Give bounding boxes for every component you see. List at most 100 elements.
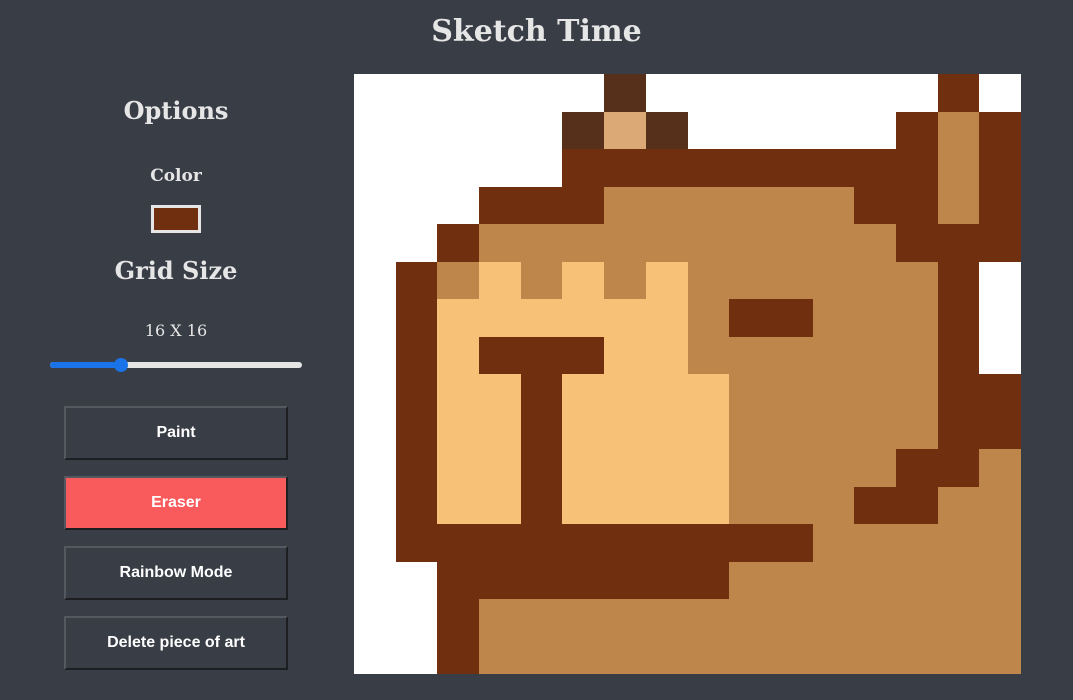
grid-cell[interactable] [729, 149, 771, 187]
grid-cell[interactable] [604, 374, 646, 412]
grid-cell[interactable] [895, 186, 938, 224]
grid-cell[interactable] [770, 224, 813, 262]
grid-cell[interactable] [770, 561, 813, 599]
grid-cell[interactable] [812, 186, 855, 224]
grid-cell[interactable] [895, 261, 938, 299]
grid-cell[interactable] [562, 299, 605, 337]
grid-cell[interactable] [854, 636, 896, 674]
grid-cell[interactable] [395, 636, 438, 674]
grid-cell[interactable] [645, 74, 688, 112]
grid-cell[interactable] [562, 486, 605, 524]
grid-cell[interactable] [437, 299, 480, 337]
grid-cell[interactable] [854, 186, 896, 224]
grid-cell[interactable] [770, 486, 813, 524]
grid-cell[interactable] [354, 299, 396, 337]
grid-cell[interactable] [562, 224, 605, 262]
grid-cell[interactable] [562, 74, 605, 112]
grid-cell[interactable] [479, 149, 521, 187]
grid-cell[interactable] [770, 299, 813, 337]
grid-cell[interactable] [687, 636, 730, 674]
grid-cell[interactable] [729, 636, 771, 674]
grid-cell[interactable] [645, 636, 688, 674]
grid-size-slider-thumb[interactable] [113, 358, 128, 372]
grid-cell[interactable] [479, 561, 521, 599]
grid-cell[interactable] [604, 74, 646, 112]
grid-cell[interactable] [354, 599, 396, 637]
grid-cell[interactable] [770, 74, 813, 112]
grid-cell[interactable] [479, 74, 521, 112]
grid-cell[interactable] [395, 261, 438, 299]
grid-cell[interactable] [520, 336, 563, 374]
grid-cell[interactable] [979, 74, 1021, 112]
grid-cell[interactable] [937, 524, 980, 562]
grid-cell[interactable] [979, 411, 1021, 449]
grid-cell[interactable] [562, 374, 605, 412]
grid-cell[interactable] [395, 599, 438, 637]
grid-cell[interactable] [395, 111, 438, 149]
grid-cell[interactable] [354, 186, 396, 224]
grid-cell[interactable] [729, 411, 771, 449]
grid-cell[interactable] [812, 599, 855, 637]
drawing-canvas[interactable] [354, 74, 1021, 674]
grid-cell[interactable] [562, 186, 605, 224]
grid-cell[interactable] [604, 449, 646, 487]
grid-cell[interactable] [812, 111, 855, 149]
grid-cell[interactable] [812, 149, 855, 187]
grid-cell[interactable] [479, 374, 521, 412]
grid-cell[interactable] [770, 411, 813, 449]
grid-cell[interactable] [520, 449, 563, 487]
grid-cell[interactable] [395, 411, 438, 449]
grid-cell[interactable] [854, 224, 896, 262]
grid-cell[interactable] [812, 299, 855, 337]
grid-cell[interactable] [895, 561, 938, 599]
grid-cell[interactable] [604, 299, 646, 337]
grid-cell[interactable] [520, 74, 563, 112]
grid-cell[interactable] [812, 224, 855, 262]
grid-cell[interactable] [895, 411, 938, 449]
grid-cell[interactable] [520, 299, 563, 337]
grid-cell[interactable] [354, 486, 396, 524]
grid-cell[interactable] [479, 261, 521, 299]
grid-cell[interactable] [770, 374, 813, 412]
grid-cell[interactable] [854, 374, 896, 412]
grid-cell[interactable] [895, 149, 938, 187]
grid-cell[interactable] [770, 599, 813, 637]
grid-cell[interactable] [520, 149, 563, 187]
grid-cell[interactable] [854, 111, 896, 149]
grid-cell[interactable] [437, 636, 480, 674]
grid-cell[interactable] [437, 111, 480, 149]
grid-cell[interactable] [937, 449, 980, 487]
grid-cell[interactable] [520, 224, 563, 262]
grid-cell[interactable] [645, 111, 688, 149]
grid-cell[interactable] [812, 486, 855, 524]
grid-cell[interactable] [354, 561, 396, 599]
grid-cell[interactable] [437, 599, 480, 637]
grid-cell[interactable] [437, 449, 480, 487]
grid-cell[interactable] [854, 599, 896, 637]
grid-cell[interactable] [645, 186, 688, 224]
grid-cell[interactable] [895, 111, 938, 149]
grid-cell[interactable] [937, 74, 980, 112]
grid-cell[interactable] [395, 149, 438, 187]
grid-cell[interactable] [354, 261, 396, 299]
eraser-button[interactable]: Eraser [64, 476, 288, 530]
grid-cell[interactable] [562, 449, 605, 487]
grid-cell[interactable] [937, 336, 980, 374]
grid-cell[interactable] [895, 449, 938, 487]
grid-cell[interactable] [479, 449, 521, 487]
grid-cell[interactable] [937, 186, 980, 224]
grid-cell[interactable] [354, 224, 396, 262]
grid-cell[interactable] [854, 411, 896, 449]
grid-cell[interactable] [895, 374, 938, 412]
grid-cell[interactable] [979, 224, 1021, 262]
grid-cell[interactable] [437, 186, 480, 224]
grid-cell[interactable] [562, 524, 605, 562]
paint-button[interactable]: Paint [64, 406, 288, 460]
grid-cell[interactable] [520, 186, 563, 224]
grid-cell[interactable] [770, 524, 813, 562]
grid-cell[interactable] [520, 111, 563, 149]
grid-cell[interactable] [687, 74, 730, 112]
grid-cell[interactable] [937, 149, 980, 187]
grid-cell[interactable] [645, 449, 688, 487]
grid-cell[interactable] [895, 74, 938, 112]
